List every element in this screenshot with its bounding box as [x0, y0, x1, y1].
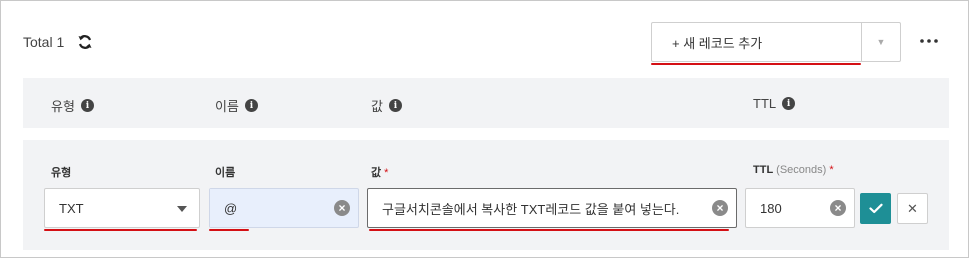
- column-header-label: TTL: [753, 96, 777, 111]
- record-edit-row: 유형 이름 값 * TTL (Seconds) * TXT @ × 구글서치콘솔에서 …: [23, 140, 949, 250]
- name-label-text: 이름: [215, 167, 236, 179]
- record-name-value: @: [224, 200, 238, 216]
- value-label-text: 값: [371, 167, 382, 179]
- name-field-label: 이름: [215, 164, 235, 180]
- type-highlight-underline: [44, 229, 197, 231]
- refresh-icon[interactable]: [76, 33, 94, 51]
- dns-records-panel: Total 1 + 새 레코드 추가 ▼ 유형 i 이름 i 값 i TTL i…: [0, 0, 969, 258]
- column-header-label: 이름: [215, 99, 239, 114]
- required-mark: *: [384, 167, 389, 179]
- total-count-label: Total 1: [23, 34, 65, 50]
- record-value-text: 구글서치콘솔에서 복사한 TXT레코드 값을 붙여 넣는다.: [382, 201, 680, 217]
- column-header-label: 값: [371, 99, 383, 114]
- ttl-unit-hint: (Seconds): [776, 164, 827, 176]
- close-icon: ✕: [907, 200, 918, 216]
- ttl-label-text: TTL: [753, 164, 774, 176]
- clear-icon[interactable]: ×: [830, 200, 846, 216]
- column-header-ttl: TTL i: [753, 96, 796, 111]
- caret-down-icon: [177, 206, 187, 212]
- add-record-group: + 새 레코드 추가 ▼: [651, 22, 901, 62]
- clear-icon[interactable]: ×: [712, 200, 728, 216]
- type-label-text: 유형: [51, 167, 72, 179]
- record-ttl-input[interactable]: 180 ×: [745, 188, 855, 228]
- chevron-down-icon: ▼: [876, 37, 886, 47]
- record-value-input[interactable]: 구글서치콘솔에서 복사한 TXT레코드 값을 붙여 넣는다. ×: [367, 188, 737, 228]
- record-ttl-value: 180: [760, 200, 782, 216]
- value-field-label: 값 *: [371, 164, 388, 180]
- more-dots-icon[interactable]: [917, 29, 941, 53]
- confirm-button[interactable]: [860, 193, 891, 224]
- record-type-select[interactable]: TXT: [44, 188, 200, 228]
- column-header-name: 이름 i: [215, 96, 258, 115]
- add-record-button[interactable]: + 새 레코드 추가: [652, 23, 862, 61]
- cancel-button[interactable]: ✕: [897, 193, 928, 224]
- ttl-field-label: TTL (Seconds) *: [753, 164, 834, 176]
- column-header-value: 값 i: [371, 96, 402, 115]
- info-icon[interactable]: i: [80, 99, 94, 112]
- value-highlight-underline: [369, 229, 729, 231]
- add-record-highlight-underline: [651, 63, 861, 65]
- clear-icon[interactable]: ×: [334, 200, 350, 216]
- check-icon: [868, 203, 883, 214]
- column-header-type: 유형 i: [51, 96, 94, 115]
- record-name-input[interactable]: @ ×: [209, 188, 359, 228]
- record-total: Total 1: [23, 33, 94, 51]
- name-highlight-underline: [209, 229, 249, 231]
- required-mark: *: [829, 164, 834, 176]
- type-field-label: 유형: [51, 164, 71, 180]
- info-icon[interactable]: i: [782, 97, 796, 110]
- add-record-dropdown-button[interactable]: ▼: [862, 23, 900, 61]
- info-icon[interactable]: i: [244, 99, 258, 112]
- column-header-label: 유형: [51, 99, 75, 114]
- record-type-value: TXT: [59, 200, 84, 216]
- records-table-header: 유형 i 이름 i 값 i TTL i: [23, 78, 949, 128]
- info-icon[interactable]: i: [388, 99, 402, 112]
